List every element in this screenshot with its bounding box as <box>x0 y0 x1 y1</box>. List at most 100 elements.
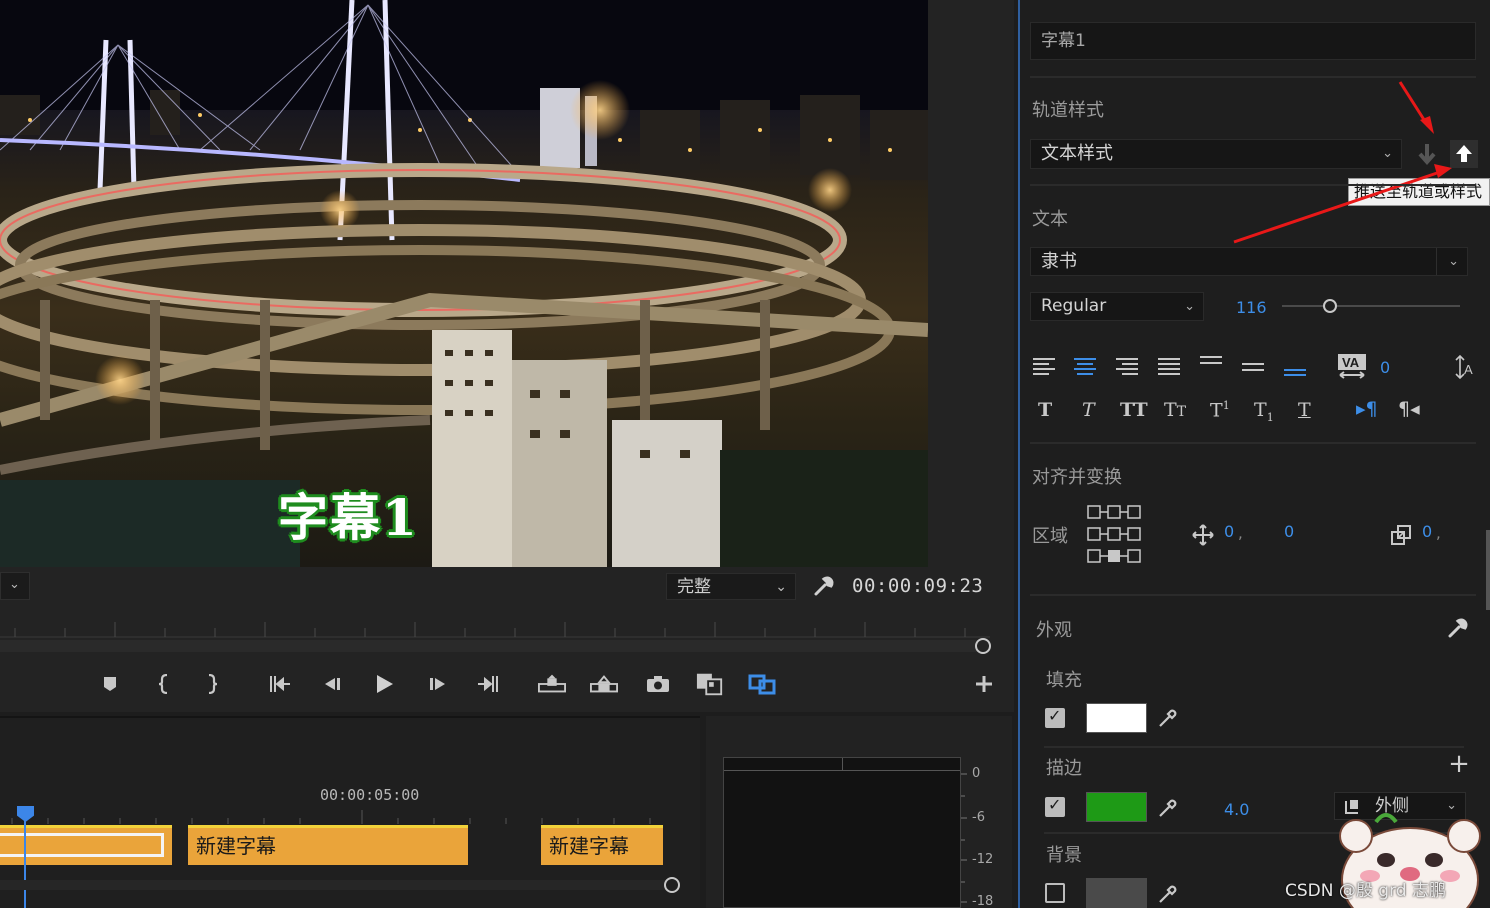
lift-button[interactable] <box>538 670 566 698</box>
stroke-checkbox[interactable] <box>1045 795 1065 817</box>
subscript-icon[interactable]: T1 <box>1254 399 1274 424</box>
region-label: 区域 <box>1032 526 1068 547</box>
meter-tick-marks <box>961 773 967 903</box>
extract-button[interactable] <box>590 670 618 698</box>
meter-label: -6 <box>972 810 985 825</box>
background-label: 背景 <box>1046 845 1082 866</box>
leading-icon: A <box>1455 354 1473 380</box>
left-to-right-icon[interactable]: ▸¶ <box>1356 398 1378 420</box>
extract-icon <box>590 675 618 693</box>
playback-resolution-dropdown[interactable]: 完整 ⌄ <box>666 573 796 600</box>
timeline-zoom-scrollbar[interactable] <box>0 880 666 890</box>
meter-label: -18 <box>972 894 994 908</box>
timeline-clip[interactable]: 新建字幕 <box>188 825 468 865</box>
caption-overlay[interactable]: 字幕1 <box>278 478 419 550</box>
chevron-down-icon: ⌄ <box>9 577 20 592</box>
video-preview[interactable] <box>0 0 928 567</box>
timeline-ruler[interactable] <box>0 810 690 824</box>
eyedropper-icon[interactable] <box>1156 706 1180 730</box>
timeline-zoom-handle[interactable] <box>664 877 680 893</box>
go-to-out-button[interactable] <box>474 670 502 698</box>
position-y-value[interactable]: 0 <box>1284 522 1294 541</box>
small-caps-icon[interactable]: TT <box>1164 399 1186 421</box>
align-top-icon <box>1200 356 1222 364</box>
watermark-text: CSDN @殷 grd 志鹏 <box>1285 881 1446 901</box>
font-size-value[interactable]: 116 <box>1236 298 1267 317</box>
align-left-icon <box>1033 358 1055 375</box>
layer-name-field[interactable]: 字幕1 <box>1030 22 1476 60</box>
eyedropper-icon[interactable] <box>1156 796 1180 820</box>
timeline-clip[interactable]: 新建字幕 <box>541 825 663 865</box>
faux-italic-icon[interactable]: T <box>1082 399 1095 421</box>
font-family-dropdown[interactable]: 隶书 ⌄ <box>1030 247 1468 276</box>
background-checkbox[interactable] <box>1045 883 1065 903</box>
zoom-level-dropdown[interactable]: ⌄ <box>0 572 30 600</box>
comma-separator: , <box>1238 524 1243 542</box>
fill-color-swatch[interactable] <box>1086 703 1147 733</box>
plus-icon <box>976 676 992 692</box>
superscript-icon[interactable]: T1 <box>1210 399 1230 421</box>
monitor-scrub-bar[interactable] <box>0 640 978 652</box>
marker-icon <box>104 677 116 691</box>
align-right-icon <box>1116 358 1138 375</box>
timeline-ruler-timecode: 00:00:05:00 <box>320 786 420 804</box>
font-size-slider[interactable] <box>1282 305 1460 307</box>
scrub-end-handle[interactable] <box>975 638 991 654</box>
program-timecode[interactable]: 00:00:09:23 <box>852 575 983 597</box>
position-x-value[interactable]: 0 <box>1224 522 1234 541</box>
loop-icon <box>748 674 776 695</box>
step-back-button[interactable] <box>318 670 346 698</box>
eyedropper-icon[interactable] <box>1156 882 1180 906</box>
mark-out-button[interactable] <box>198 670 226 698</box>
play-button[interactable] <box>370 670 398 698</box>
right-to-left-icon[interactable]: ¶◂ <box>1398 398 1420 420</box>
comparison-icon <box>696 673 723 696</box>
font-style-dropdown[interactable]: Regular ⌄ <box>1030 292 1204 321</box>
settings-wrench-icon[interactable] <box>812 574 836 598</box>
align-bottom-icon <box>1284 369 1306 376</box>
clip-label: 新建字幕 <box>549 834 629 858</box>
text-section-label: 文本 <box>1032 209 1068 230</box>
add-stroke-plus-icon[interactable]: + <box>1448 751 1470 777</box>
appearance-settings-wrench-icon[interactable] <box>1446 616 1470 640</box>
font-size-slider-knob[interactable] <box>1323 299 1338 313</box>
divider <box>1030 442 1476 444</box>
underline-icon[interactable]: T <box>1298 399 1311 421</box>
mark-in-button[interactable] <box>150 670 178 698</box>
monitor-time-ruler[interactable] <box>0 618 990 638</box>
all-caps-icon[interactable]: TT <box>1120 399 1148 421</box>
svg-text:A: A <box>1464 362 1473 377</box>
faux-bold-icon[interactable]: T <box>1038 399 1052 421</box>
audio-meter <box>723 757 961 908</box>
playhead-line[interactable] <box>24 818 26 908</box>
export-frame-button[interactable] <box>644 670 672 698</box>
track-style-label: 轨道样式 <box>1032 100 1104 121</box>
annotation-arrows <box>1233 81 1452 244</box>
loop-button[interactable] <box>748 670 776 698</box>
background-color-swatch[interactable] <box>1086 878 1147 908</box>
stroke-width-value[interactable]: 4.0 <box>1224 800 1249 819</box>
comparison-view-button[interactable] <box>696 670 724 698</box>
svg-text:VA: VA <box>1342 355 1360 370</box>
playback-resolution-value: 完整 <box>677 577 711 597</box>
go-to-in-button[interactable] <box>266 670 294 698</box>
fill-checkbox[interactable] <box>1045 706 1065 728</box>
chevron-down-icon: ⌄ <box>775 579 787 595</box>
panel-scrollbar[interactable] <box>1486 530 1490 610</box>
justify-icon <box>1158 358 1180 375</box>
divider <box>1436 248 1437 275</box>
add-button[interactable] <box>970 670 998 698</box>
divider <box>1030 184 1476 186</box>
clip-label: 新建字幕 <box>196 834 276 858</box>
anchor-grid-icon[interactable] <box>1086 504 1146 564</box>
kerning-value[interactable]: 0 <box>1380 358 1390 377</box>
night-city-bridge-image <box>0 0 928 567</box>
go-to-in-icon <box>270 676 290 692</box>
stroke-color-swatch[interactable] <box>1086 792 1147 822</box>
position-move-icon <box>1192 524 1214 546</box>
scale-value[interactable]: 0 <box>1422 522 1432 541</box>
play-icon <box>377 675 393 693</box>
divider <box>1044 746 1464 748</box>
add-marker-button[interactable] <box>96 670 124 698</box>
step-forward-button[interactable] <box>424 670 452 698</box>
